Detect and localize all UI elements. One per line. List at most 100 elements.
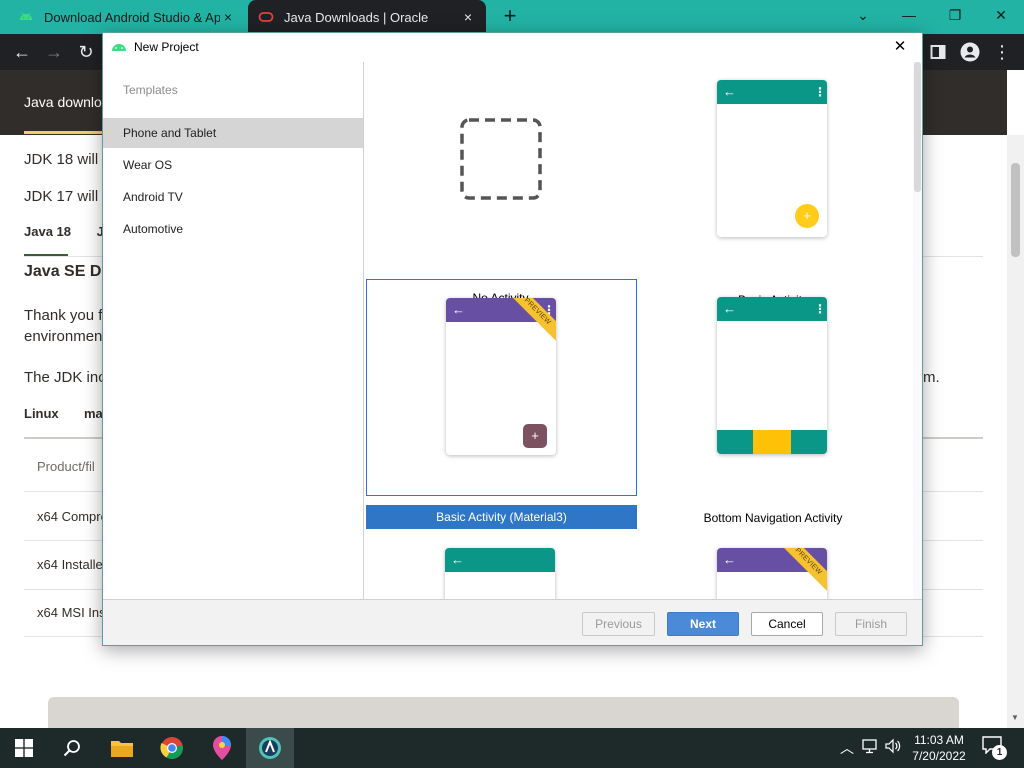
android-icon bbox=[20, 12, 32, 20]
android-studio-taskbar-button[interactable] bbox=[246, 728, 294, 768]
search-icon bbox=[63, 740, 80, 757]
template-basic-activity[interactable]: ← ⋮ + bbox=[637, 62, 909, 276]
template-category-sidebar: Templates Phone and Tablet Wear OS Andro… bbox=[103, 62, 364, 599]
sidebar-toggle-icon[interactable] bbox=[926, 40, 950, 64]
phone-preview: ← bbox=[445, 548, 555, 599]
scroll-down-arrow-icon[interactable]: ▼ bbox=[1011, 713, 1019, 722]
forward-arrow-icon[interactable]: → bbox=[42, 40, 66, 64]
templates-section-label: Templates bbox=[123, 83, 178, 97]
action-center-button[interactable]: 1 bbox=[982, 736, 1008, 760]
back-arrow-icon: ← bbox=[452, 302, 465, 317]
new-tab-button[interactable]: + bbox=[498, 4, 522, 30]
phone-preview: ← ⋮ + bbox=[717, 80, 827, 237]
version-tabs: Java 18 Ja bbox=[24, 224, 111, 239]
table-row: x64 Installe bbox=[37, 557, 103, 572]
back-arrow-icon: ← bbox=[723, 552, 736, 567]
page-scrollbar-thumb[interactable] bbox=[1011, 163, 1020, 257]
template-compose-activity[interactable]: ← bbox=[365, 530, 636, 599]
dialog-close-icon[interactable]: ✕ bbox=[890, 37, 910, 57]
template-bottom-navigation-activity[interactable]: ← ⋮ bbox=[637, 279, 909, 496]
page-breadcrumb[interactable]: Java downloa bbox=[24, 94, 110, 110]
category-wear-os[interactable]: Wear OS bbox=[103, 150, 363, 180]
phone-preview: ← ⋮ bbox=[717, 297, 827, 454]
tab-close-icon[interactable]: × bbox=[460, 9, 476, 25]
restore-button[interactable]: ❐ bbox=[932, 0, 978, 30]
cancel-button[interactable]: Cancel bbox=[751, 612, 823, 636]
file-explorer-button[interactable] bbox=[98, 728, 146, 768]
template-basic-activity-material3[interactable]: ← ⋮ PREVIEW + bbox=[366, 279, 637, 496]
windows-logo-icon bbox=[15, 739, 33, 757]
tab-title: Java Downloads | Oracle bbox=[284, 9, 429, 25]
back-arrow-icon: ← bbox=[723, 301, 736, 316]
app-bar: ← bbox=[445, 548, 555, 572]
reload-icon[interactable]: ↻ bbox=[74, 40, 98, 64]
paragraph-line: environmen bbox=[24, 328, 103, 345]
template-no-activity[interactable]: No Activity bbox=[365, 62, 636, 305]
minimize-button[interactable]: — bbox=[886, 0, 932, 30]
paragraph-line-tail: m. bbox=[923, 369, 940, 386]
profile-icon[interactable] bbox=[958, 40, 982, 64]
taskbar-clock[interactable]: 11:03 AM 7/20/2022 bbox=[905, 732, 973, 764]
network-icon[interactable] bbox=[862, 738, 880, 757]
folder-icon bbox=[111, 741, 133, 757]
bottom-nav-selected-item bbox=[753, 430, 791, 454]
tab-search-chevron-icon[interactable]: ⌄ bbox=[840, 0, 886, 30]
section-title: Java SE De bbox=[24, 263, 111, 280]
dialog-title: New Project bbox=[134, 40, 199, 54]
app-bar: ← ⋮ bbox=[717, 80, 827, 104]
chrome-button[interactable] bbox=[148, 728, 196, 768]
map-pin-icon bbox=[213, 736, 231, 760]
back-arrow-icon: ← bbox=[723, 84, 736, 99]
clock-date: 7/20/2022 bbox=[912, 749, 966, 763]
overflow-menu-icon: ⋮ bbox=[814, 302, 826, 316]
search-button[interactable] bbox=[48, 728, 96, 768]
category-android-tv[interactable]: Android TV bbox=[103, 182, 363, 212]
selected-template-label[interactable]: Basic Activity (Material3) bbox=[366, 505, 637, 529]
start-button[interactable] bbox=[0, 728, 48, 768]
back-arrow-icon: ← bbox=[451, 552, 464, 567]
tab-java-downloads[interactable]: Java Downloads | Oracle × bbox=[248, 0, 486, 34]
template-label: Bottom Navigation Activity bbox=[703, 511, 843, 525]
maps-app-button[interactable] bbox=[198, 728, 246, 768]
os-tab-macos[interactable]: ma bbox=[84, 406, 103, 421]
paragraph-line: The JDK inc bbox=[24, 369, 106, 386]
clock-time: 11:03 AM bbox=[914, 733, 964, 747]
fab-plus-icon: + bbox=[523, 424, 547, 448]
template-gallery: No Activity ← ⋮ + Basic Activity ← ⋮ PRE… bbox=[365, 62, 922, 599]
phone-preview: ← ⋮ PREVIEW + bbox=[446, 298, 556, 455]
next-button[interactable]: Next bbox=[667, 612, 739, 636]
template-compose-material3-activity[interactable]: ← PREVIEW bbox=[637, 530, 909, 599]
table-row: x64 Compre bbox=[37, 509, 108, 524]
browser-menu-icon[interactable]: ⋮ bbox=[990, 40, 1014, 64]
tab-java-18[interactable]: Java 18 bbox=[24, 224, 71, 239]
tab-android-studio[interactable]: Download Android Studio & App Tools × bbox=[8, 0, 246, 34]
paragraph-line: Thank you f bbox=[24, 307, 103, 324]
tray-chevron-icon[interactable]: ︿ bbox=[840, 738, 854, 758]
windows-taskbar: ︿ 11:03 AM 7/20/2022 1 bbox=[0, 728, 1024, 768]
chrome-icon bbox=[160, 737, 183, 759]
category-automotive[interactable]: Automotive bbox=[103, 214, 363, 244]
android-studio-icon bbox=[259, 737, 281, 759]
dialog-button-bar: Previous Next Cancel Finish bbox=[103, 599, 922, 645]
oracle-icon bbox=[258, 12, 274, 22]
os-tab-linux[interactable]: Linux bbox=[24, 406, 59, 421]
window-close-button[interactable]: ✕ bbox=[978, 0, 1024, 30]
page-scrollbar[interactable]: ▼ bbox=[1007, 135, 1024, 728]
back-arrow-icon[interactable]: ← bbox=[10, 40, 34, 64]
previous-button[interactable]: Previous bbox=[582, 612, 655, 636]
header-accent-bar bbox=[24, 131, 104, 134]
finish-button[interactable]: Finish bbox=[835, 612, 907, 636]
template-gallery-scrollbar-thumb[interactable] bbox=[914, 62, 921, 192]
table-header: Product/fil bbox=[37, 459, 95, 474]
template-gallery-scrollbar[interactable] bbox=[913, 62, 922, 599]
new-project-dialog: New Project ✕ Templates Phone and Tablet… bbox=[102, 32, 923, 646]
volume-icon[interactable] bbox=[884, 738, 902, 757]
tab-close-icon[interactable]: × bbox=[220, 9, 236, 25]
android-studio-icon bbox=[112, 44, 126, 51]
notification-count-badge: 1 bbox=[992, 745, 1007, 760]
empty-activity-icon bbox=[460, 118, 542, 200]
dialog-title-bar: New Project ✕ bbox=[103, 33, 922, 61]
category-phone-and-tablet[interactable]: Phone and Tablet bbox=[103, 118, 363, 148]
fab-plus-icon: + bbox=[795, 204, 819, 228]
page-text-jdk17: JDK 17 will r bbox=[24, 188, 108, 205]
